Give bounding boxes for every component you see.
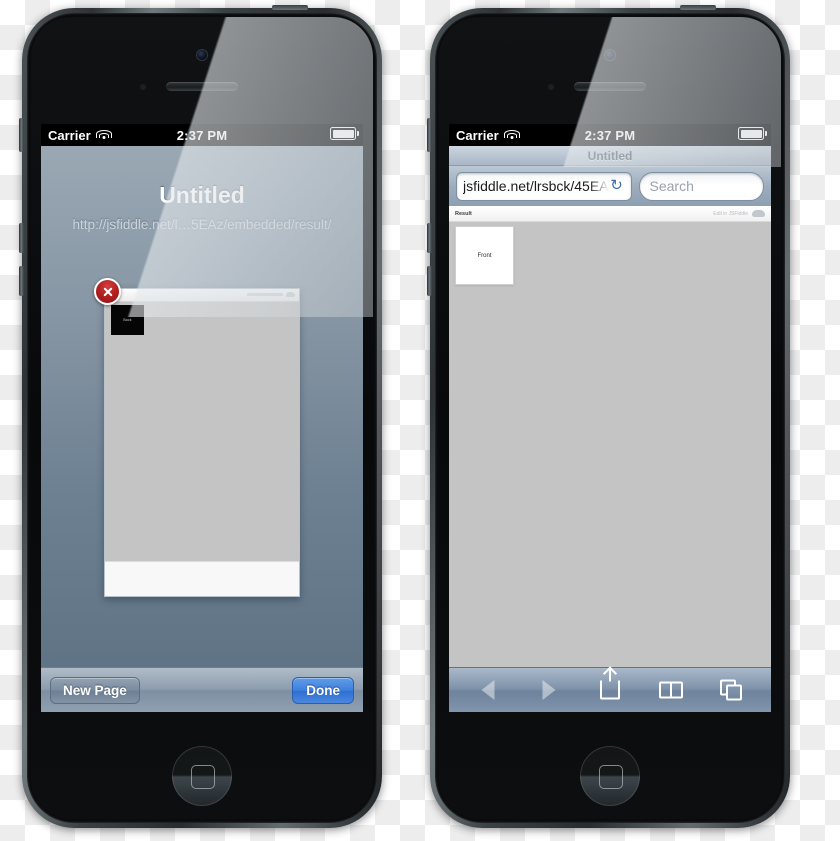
front-camera-icon	[197, 50, 207, 60]
iphone-right-device: Carrier 2:37 PM Untitled jsfiddle.net/lr…	[427, 5, 790, 828]
proximity-sensor-icon	[548, 84, 554, 90]
safari-page-title: Untitled	[587, 148, 633, 163]
status-bar-clock: 2:37 PM	[176, 127, 228, 143]
iphone-left-device: Carrier 2:37 PM Untitled http://jsfiddle…	[19, 5, 382, 828]
proximity-sensor-icon	[140, 84, 146, 90]
front-camera-icon	[605, 50, 615, 60]
volume-up-button[interactable]	[19, 223, 24, 253]
earpiece-speaker-icon	[574, 82, 646, 91]
address-field[interactable]: jsfiddle.net/lrsbck/45EAz ↻	[456, 171, 632, 201]
thumbnail-body: Back	[105, 302, 299, 562]
address-field-value: jsfiddle.net/lrsbck/45EAz	[463, 178, 609, 194]
home-square-icon	[599, 765, 623, 789]
left-status-bar: Carrier 2:37 PM	[41, 124, 363, 146]
home-button[interactable]	[580, 746, 640, 806]
forward-arrow-icon[interactable]	[534, 677, 564, 703]
status-bar-right	[738, 127, 767, 143]
thumbnail-meta-text	[247, 293, 283, 296]
safari-web-content[interactable]: Result Edit in JSFiddle Front	[449, 206, 771, 668]
volume-down-button[interactable]	[427, 266, 432, 296]
safari-title-bar: Untitled	[449, 146, 771, 166]
mute-switch[interactable]	[19, 118, 24, 152]
left-screen: Carrier 2:37 PM Untitled http://jsfiddle…	[41, 124, 363, 712]
tabs-pages-icon[interactable]	[717, 677, 747, 703]
status-bar-right	[330, 127, 359, 143]
safari-browser: Untitled jsfiddle.net/lrsbck/45EAz ↻ Sea…	[449, 146, 771, 712]
result-label: Result	[455, 210, 472, 217]
safari-address-bar: jsfiddle.net/lrsbck/45EAz ↻ Search	[449, 166, 771, 207]
search-placeholder: Search	[649, 178, 694, 194]
page-url: http://jsfiddle.net/l…5EAz/embedded/resu…	[72, 217, 332, 232]
page-overview-screen: Untitled http://jsfiddle.net/l…5EAz/embe…	[41, 146, 363, 712]
jsfiddle-note: Edit in JSFiddle	[713, 210, 748, 217]
share-icon[interactable]	[595, 669, 625, 703]
jsfiddle-result-bar: Result Edit in JSFiddle	[449, 206, 771, 222]
close-circle-icon[interactable]	[94, 278, 121, 305]
search-field[interactable]: Search	[638, 171, 764, 201]
volume-up-button[interactable]	[427, 223, 432, 253]
home-button[interactable]	[172, 746, 232, 806]
page-thumbnail-wrapper[interactable]: Back	[94, 278, 300, 597]
thumbnail-result-bar	[105, 289, 299, 302]
new-page-button[interactable]: New Page	[50, 676, 140, 704]
reload-icon[interactable]: ↻	[609, 178, 625, 194]
cloud-icon	[752, 210, 765, 217]
battery-full-icon	[330, 127, 359, 140]
battery-full-icon	[738, 127, 767, 140]
page-overview-toolbar: New Page Done	[41, 667, 363, 712]
flip-card[interactable]: Front	[455, 226, 514, 285]
mute-switch[interactable]	[427, 118, 432, 152]
bookmarks-book-icon[interactable]	[656, 677, 686, 703]
thumbnail-card: Back	[111, 305, 144, 335]
home-square-icon	[191, 765, 215, 789]
power-button[interactable]	[272, 5, 308, 10]
power-button[interactable]	[680, 5, 716, 10]
page-title: Untitled	[159, 182, 245, 208]
done-button[interactable]: Done	[292, 676, 354, 704]
jsfiddle-meta: Edit in JSFiddle	[713, 210, 765, 217]
right-screen: Carrier 2:37 PM Untitled jsfiddle.net/lr…	[449, 124, 771, 712]
status-bar-clock: 2:37 PM	[584, 127, 636, 143]
page-thumbnail[interactable]: Back	[104, 288, 300, 597]
back-arrow-icon[interactable]	[473, 677, 503, 703]
volume-down-button[interactable]	[19, 266, 24, 296]
thumbnail-footer	[105, 561, 299, 596]
safari-bottom-toolbar	[449, 667, 771, 712]
right-status-bar: Carrier 2:37 PM	[449, 124, 771, 146]
earpiece-speaker-icon	[166, 82, 238, 91]
cloud-icon	[286, 292, 295, 297]
